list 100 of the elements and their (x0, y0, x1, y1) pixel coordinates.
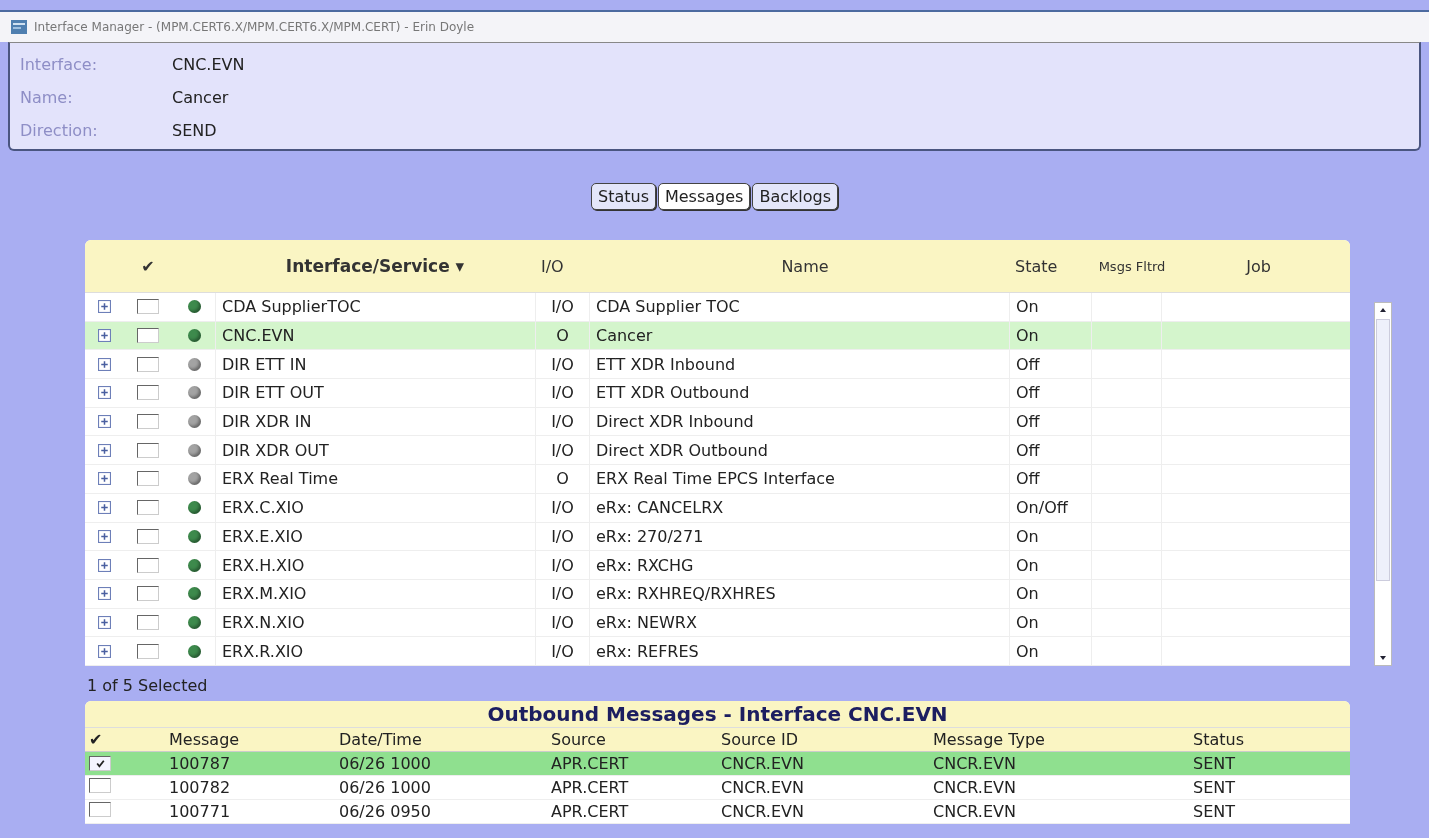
table-cell: CNCR.EVN (721, 777, 804, 797)
table-cell: Off (1016, 383, 1040, 403)
app-icon (10, 19, 28, 35)
column-header: ✔ (140, 256, 156, 276)
table-cell: DIR XDR IN (222, 412, 312, 432)
table-cell: Off (1016, 412, 1040, 432)
checkbox[interactable] (137, 643, 159, 659)
table-cell: ETT XDR Outbound (596, 383, 750, 403)
tab[interactable]: Backlogs (752, 183, 838, 210)
table-row[interactable]: DIR XDR OUT I/O Direct XDR Outbound Off (85, 436, 1350, 466)
tab[interactable]: Messages (657, 183, 751, 210)
checkbox[interactable] (89, 777, 111, 793)
table-cell: On (1016, 297, 1039, 317)
checkbox[interactable] (89, 801, 111, 817)
table-row[interactable]: ERX.H.XIO I/O eRx: RXCHG On (85, 551, 1350, 580)
checkbox[interactable] (89, 755, 111, 771)
table-row[interactable]: ERX.C.XIO I/O eRx: CANCELRX On/Off (85, 493, 1350, 523)
table-row[interactable]: 100771 06/26 0950 APR.CERT CNCR.EVN CNCR.EVN SENT (85, 799, 1350, 824)
column-header: Job (1244, 256, 1272, 276)
table-row[interactable]: ERX.N.XIO I/O eRx: NEWRX On (85, 608, 1350, 638)
table-cell: SENT (1193, 801, 1235, 821)
expand-icon[interactable] (97, 415, 111, 429)
table-cell: ERX.E.XIO (222, 526, 303, 546)
table-cell: eRx: RXCHG (596, 555, 694, 575)
table-cell: I/O (551, 641, 574, 661)
column-header[interactable]: Interface/Service ▾ (215, 256, 535, 276)
table-cell: Off (1016, 440, 1040, 460)
table-row[interactable]: 100787 06/26 1000 APR.CERT CNCR.EVN CNCR.EVN SENT (85, 751, 1350, 776)
table-row[interactable]: ERX Real Time O ERX Real Time EPCS Interface Off (85, 465, 1350, 494)
table-cell: CNCR.EVN (721, 801, 804, 821)
checkbox[interactable] (137, 299, 159, 315)
table-row[interactable]: CDA SupplierTOC I/O CDA Supplier TOC On (85, 293, 1350, 322)
field-value: SEND (172, 120, 217, 140)
table-cell: I/O (551, 383, 574, 403)
column-header: ✔ (88, 729, 104, 749)
table-cell: O (556, 326, 569, 346)
table-cell: CDA SupplierTOC (222, 297, 361, 317)
checkbox[interactable] (137, 385, 159, 401)
expand-icon[interactable] (97, 443, 111, 457)
table-cell: On (1016, 555, 1039, 575)
table-cell: CDA Supplier TOC (596, 297, 740, 317)
expand-icon[interactable] (97, 587, 111, 601)
table-cell: Cancer (596, 326, 653, 346)
field-value: CNC.EVN (172, 54, 245, 74)
column-header: Name (780, 256, 830, 276)
expand-icon[interactable] (97, 558, 111, 572)
table-cell: I/O (551, 584, 574, 604)
checkbox[interactable] (137, 586, 159, 602)
checkbox[interactable] (137, 557, 159, 573)
table-title: Outbound Messages - Interface CNC.EVN (85, 700, 1350, 727)
table-row[interactable]: DIR ETT IN I/O ETT XDR Inbound Off (85, 350, 1350, 380)
table-row[interactable]: ERX.M.XIO I/O eRx: RXHREQ/RXHRES On (85, 579, 1350, 609)
checkbox[interactable] (137, 414, 159, 430)
expand-icon[interactable] (97, 357, 111, 371)
expand-icon[interactable] (97, 386, 111, 400)
selection-count: 1 of 5 Selected (87, 675, 209, 695)
expand-icon[interactable] (97, 644, 111, 658)
expand-icon[interactable] (97, 501, 111, 515)
table-row[interactable]: DIR XDR IN I/O Direct XDR Inbound Off (85, 407, 1350, 437)
table-cell: eRx: CANCELRX (596, 498, 724, 518)
field-label: Interface: (20, 54, 99, 74)
column-header: Message Type (933, 729, 1046, 749)
expand-icon[interactable] (97, 615, 111, 629)
table-cell: On (1016, 641, 1039, 661)
checkbox[interactable] (137, 328, 159, 344)
field-value: Cancer (172, 87, 229, 107)
checkbox[interactable] (137, 356, 159, 372)
expand-icon[interactable] (97, 329, 111, 343)
checkbox[interactable] (137, 614, 159, 630)
table-cell: I/O (551, 498, 574, 518)
table-row[interactable]: CNC.EVN O Cancer On (85, 321, 1350, 351)
column-header: State (1015, 256, 1059, 276)
table-cell: ERX.H.XIO (222, 555, 305, 575)
table-cell: CNCR.EVN (933, 777, 1016, 797)
table-cell: On (1016, 326, 1039, 346)
table-cell: DIR XDR OUT (222, 440, 329, 460)
expand-icon[interactable] (97, 529, 111, 543)
expand-icon[interactable] (97, 472, 111, 486)
table-cell: eRx: NEWRX (596, 612, 697, 632)
expand-icon[interactable] (97, 300, 111, 314)
table-cell: 06/26 0950 (339, 801, 431, 821)
checkbox[interactable] (137, 471, 159, 487)
table-cell: eRx: 270/271 (596, 526, 704, 546)
tab[interactable]: Status (591, 183, 656, 210)
table-cell: DIR ETT OUT (222, 383, 324, 403)
column-header: I/O (540, 256, 565, 276)
column-header: Status (1193, 729, 1245, 749)
scrollbar[interactable] (1374, 301, 1392, 666)
table-row[interactable]: ERX.R.XIO I/O eRx: REFRES On (85, 637, 1350, 666)
table-cell: APR.CERT (551, 753, 629, 773)
table-row[interactable]: ERX.E.XIO I/O eRx: 270/271 On (85, 522, 1350, 552)
table-cell: DIR ETT IN (222, 354, 307, 374)
table-cell: APR.CERT (551, 801, 629, 821)
table-row[interactable]: DIR ETT OUT I/O ETT XDR Outbound Off (85, 379, 1350, 408)
checkbox[interactable] (137, 500, 159, 516)
checkbox[interactable] (137, 528, 159, 544)
table-row[interactable]: 100782 06/26 1000 APR.CERT CNCR.EVN CNCR.EVN SENT (85, 775, 1350, 800)
checkbox[interactable] (137, 442, 159, 458)
table-cell: CNCR.EVN (933, 753, 1016, 773)
table-cell: ERX.N.XIO (222, 612, 305, 632)
